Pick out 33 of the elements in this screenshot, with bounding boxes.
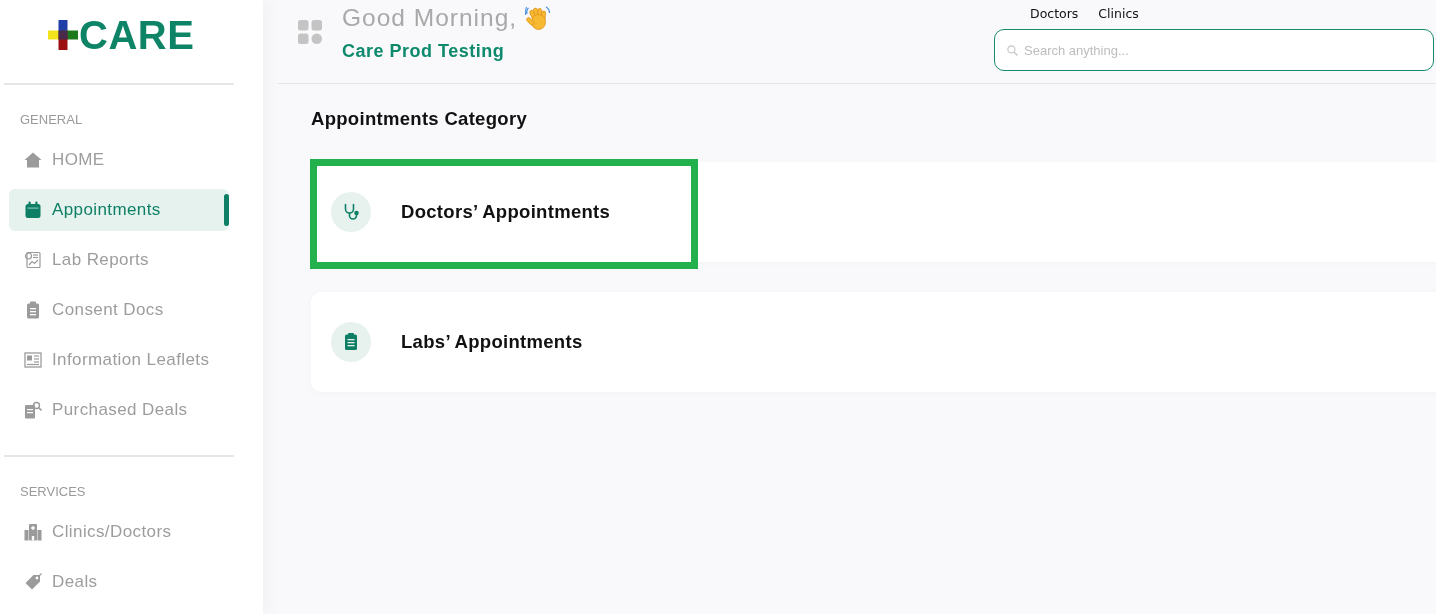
home-icon	[24, 151, 42, 169]
building-icon	[24, 523, 42, 541]
sidebar-item[interactable]: HOME	[9, 139, 229, 181]
calendar-icon	[24, 201, 42, 219]
search-icon	[1007, 45, 1018, 56]
document-search-icon	[24, 401, 42, 419]
nav-link[interactable]: Doctors	[1030, 5, 1079, 21]
clipboard-icon	[24, 301, 42, 319]
grid-icon[interactable]	[298, 20, 322, 44]
waving-hand-icon	[525, 5, 552, 31]
page-title: Appointments Category	[311, 108, 527, 130]
greeting-text: Good Morning,	[342, 3, 518, 33]
sidebar-item[interactable]: Appointments	[9, 189, 229, 231]
active-indicator	[224, 194, 229, 226]
user-name: Care Prod Testing	[342, 40, 505, 62]
tag-icon	[24, 573, 42, 591]
newspaper-icon	[24, 351, 42, 369]
sidebar-item[interactable]: Clinics/Doctors	[9, 511, 229, 553]
report-icon	[24, 251, 42, 269]
sidebar-item[interactable]: Lab Reports	[9, 239, 229, 281]
stethoscope-icon	[331, 192, 371, 232]
clipboard-icon	[331, 322, 371, 362]
search-field[interactable]: Search anything...	[994, 29, 1434, 71]
nav-link[interactable]: Clinics	[1098, 5, 1139, 21]
sidebar-item[interactable]: Consent Docs	[9, 289, 229, 331]
sidebar-item[interactable]: Purchased Deals	[9, 389, 229, 431]
sidebar-item[interactable]: Information Leaflets	[9, 339, 229, 381]
section-heading: GENERAL	[20, 112, 83, 128]
plus-icon	[48, 20, 78, 50]
category-card[interactable]: Labs’ Appointments	[311, 292, 1436, 392]
logo-text: CARE	[79, 15, 195, 55]
sidebar-item[interactable]: Deals	[9, 561, 229, 603]
section-heading: SERVICES	[20, 484, 86, 500]
